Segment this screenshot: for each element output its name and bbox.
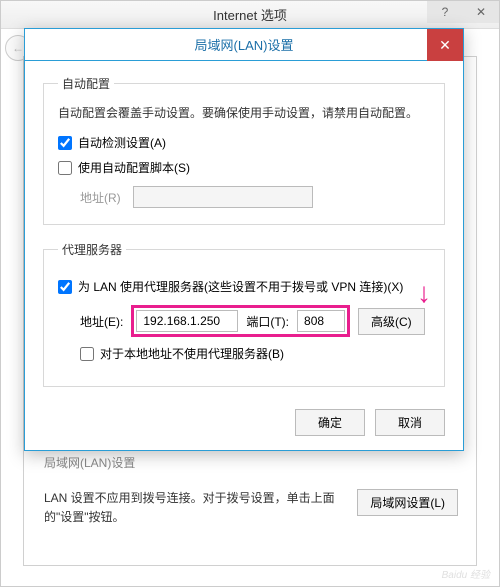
proxy-address-row: 地址(E): 端口(T): 高级(C) (80, 305, 430, 337)
auto-detect-checkbox[interactable] (58, 136, 72, 150)
help-button[interactable]: ? (427, 1, 463, 23)
use-script-checkbox[interactable] (58, 161, 72, 175)
bypass-local-checkbox[interactable] (80, 347, 94, 361)
bypass-local-label: 对于本地地址不使用代理服务器(B) (100, 345, 284, 362)
bypass-local-row[interactable]: 对于本地地址不使用代理服务器(B) (80, 345, 430, 362)
auto-config-desc: 自动配置会覆盖手动设置。要确保使用手动设置，请禁用自动配置。 (58, 104, 430, 122)
proxy-port-label: 端口(T): (246, 313, 289, 330)
dialog-button-row: 确定 取消 (43, 403, 445, 436)
dialog-body: 自动配置 自动配置会覆盖手动设置。要确保使用手动设置，请禁用自动配置。 自动检测… (25, 61, 463, 450)
script-address-row: 地址(R) (80, 186, 430, 208)
use-proxy-row[interactable]: 为 LAN 使用代理服务器(这些设置不用于拨号或 VPN 连接)(X) (58, 278, 430, 295)
auto-detect-row[interactable]: 自动检测设置(A) (58, 134, 430, 151)
script-address-input (133, 186, 313, 208)
proxy-group: 代理服务器 为 LAN 使用代理服务器(这些设置不用于拨号或 VPN 连接)(X… (43, 241, 445, 387)
lan-settings-dialog: 局域网(LAN)设置 ✕ 自动配置 自动配置会覆盖手动设置。要确保使用手动设置，… (24, 28, 464, 451)
cancel-button[interactable]: 取消 (375, 409, 445, 436)
parent-lan-row: LAN 设置不应用到拨号连接。对于拨号设置，单击上面的"设置"按钮。 局域网设置… (44, 489, 458, 527)
auto-config-legend: 自动配置 (58, 75, 114, 92)
parent-lan-hint: LAN 设置不应用到拨号连接。对于拨号设置，单击上面的"设置"按钮。 (44, 489, 341, 527)
use-script-row[interactable]: 使用自动配置脚本(S) (58, 159, 430, 176)
lan-settings-button[interactable]: 局域网设置(L) (357, 489, 458, 516)
dialog-title: 局域网(LAN)设置 (195, 35, 294, 54)
proxy-address-input[interactable] (136, 310, 238, 332)
close-button[interactable]: ✕ (463, 1, 499, 23)
parent-window-controls: ? ✕ (427, 1, 499, 23)
parent-lan-heading: 局域网(LAN)设置 (44, 454, 135, 471)
parent-title: Internet 选项 (213, 5, 287, 24)
proxy-legend: 代理服务器 (58, 241, 126, 258)
parent-titlebar: Internet 选项 (1, 1, 499, 29)
use-proxy-label: 为 LAN 使用代理服务器(这些设置不用于拨号或 VPN 连接)(X) (78, 278, 403, 295)
dialog-close-button[interactable]: ✕ (427, 29, 463, 61)
auto-config-group: 自动配置 自动配置会覆盖手动设置。要确保使用手动设置，请禁用自动配置。 自动检测… (43, 75, 445, 225)
use-proxy-checkbox[interactable] (58, 280, 72, 294)
dialog-titlebar: 局域网(LAN)设置 ✕ (25, 29, 463, 61)
close-icon: ✕ (439, 37, 451, 54)
use-script-label: 使用自动配置脚本(S) (78, 159, 190, 176)
watermark: Baidu 经验 (442, 566, 490, 581)
proxy-port-input[interactable] (297, 310, 345, 332)
auto-detect-label: 自动检测设置(A) (78, 134, 166, 151)
highlight-annotation: 端口(T): (131, 305, 350, 337)
advanced-button[interactable]: 高级(C) (358, 308, 425, 335)
ok-button[interactable]: 确定 (295, 409, 365, 436)
arrow-annotation-icon: ↓ (417, 277, 431, 309)
proxy-address-label: 地址(E): (80, 313, 123, 330)
script-address-label: 地址(R) (80, 189, 121, 206)
